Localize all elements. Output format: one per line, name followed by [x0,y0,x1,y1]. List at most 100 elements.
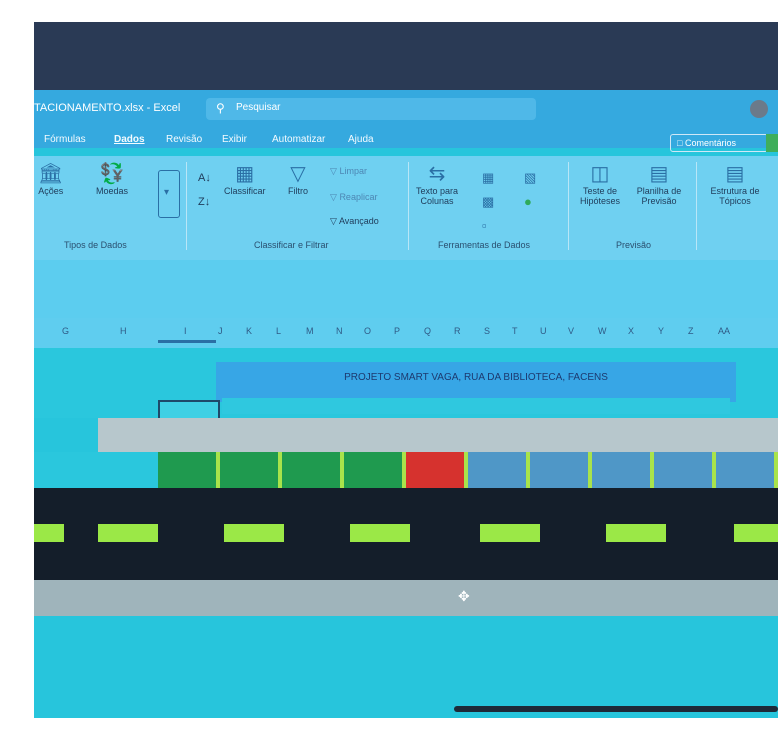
column-header[interactable]: U [540,326,547,336]
column-header[interactable]: Q [424,326,431,336]
lane-marking [34,524,64,542]
lane-marking [480,524,540,542]
worksheet-grid[interactable]: PROJETO SMART VAGA, RUA DA BIBLIOTECA, F… [34,348,778,718]
tab-formulas[interactable]: Fórmulas [44,134,86,145]
what-if-button[interactable]: ◫ Teste de Hipóteses [574,162,626,206]
status-bar [34,718,778,734]
what-if-icon: ◫ [590,163,610,185]
outline-button[interactable]: ▤ Estrutura de Tópicos [704,162,766,206]
filter-label: Filtro [288,186,308,196]
parking-slots [158,452,778,488]
column-header[interactable]: AA [718,326,730,336]
tab-exibir[interactable]: Exibir [222,134,247,145]
photo-border-top [0,0,778,22]
advanced-filter-icon: ▽ [330,216,337,226]
lane-marking [350,524,410,542]
parking-slot-occupied [406,452,464,488]
column-header[interactable]: N [336,326,343,336]
parking-slot-unknown [592,452,650,488]
banner-underline [222,398,730,414]
search-placeholder: Pesquisar [236,102,281,113]
ribbon-separator [408,162,409,250]
forecast-sheet-button[interactable]: ▤ Planilha de Previsão [632,162,686,206]
advanced-filter-label: Avançado [338,216,379,226]
data-tools-icons[interactable]: ▦ ▩ ▫ [482,166,494,238]
tab-dados[interactable]: Dados [114,134,145,145]
sort-az-icon[interactable]: A↓ Z↓ [198,166,211,214]
column-header[interactable]: M [306,326,314,336]
banner-title: PROJETO SMART VAGA, RUA DA BIBLIOTECA, F… [344,372,608,383]
stocks-button[interactable]: 🏛 Ações [38,162,63,196]
ribbon-separator [568,162,569,250]
column-header[interactable]: W [598,326,607,336]
data-tools-icons-2[interactable]: ▧ ● [524,166,536,214]
sidewalk-top [98,418,778,452]
lane-marking [734,524,778,542]
road [34,488,778,580]
tab-revisao[interactable]: Revisão [166,134,202,145]
sheet-lower-area [34,616,778,718]
filter-icon: ▽ [290,163,306,185]
parking-slot-free [344,452,402,488]
column-header[interactable]: J [218,326,223,336]
share-button[interactable] [766,134,778,152]
column-header[interactable]: G [62,326,69,336]
column-header[interactable]: T [512,326,518,336]
column-header[interactable]: K [246,326,252,336]
clear-filter-icon: ▽ [330,166,337,176]
comments-icon: □ [677,138,683,148]
stocks-icon: 🏛 [38,163,64,185]
search-box[interactable]: ⚲ Pesquisar [206,98,536,120]
tab-ajuda[interactable]: Ajuda [348,134,374,145]
outline-icon: ▤ [725,163,745,185]
account-avatar[interactable] [750,100,768,118]
ribbon-separator [696,162,697,250]
column-header[interactable]: P [394,326,400,336]
sidewalk-bottom [34,580,778,616]
lane-marking [98,524,158,542]
tab-automatizar[interactable]: Automatizar [272,134,325,145]
column-header[interactable]: X [628,326,634,336]
column-header[interactable]: V [568,326,574,336]
stocks-label: Ações [38,186,64,196]
column-header[interactable]: Z [688,326,694,336]
move-cursor-icon: ✥ [458,588,470,604]
excel-window: TACIONAMENTO.xlsx - Excel ⚲ Pesquisar Fó… [34,22,778,734]
currencies-button[interactable]: 💱 Moedas [96,162,128,196]
lane-marking [224,524,284,542]
currencies-label: Moedas [96,186,129,196]
column-header[interactable]: S [484,326,490,336]
group-label-data-tools: Ferramentas de Dados [438,240,531,250]
ribbon-separator [186,162,187,250]
reapply-button[interactable]: ▽ Reaplicar [330,192,377,203]
text-to-columns-button[interactable]: ⇆ Texto para Colunas [414,162,460,206]
sheet-gap [34,418,98,452]
data-types-expand-button[interactable]: ▾ [158,170,180,218]
column-header[interactable]: L [276,326,281,336]
monitor-top-band [34,22,778,90]
clear-filter-button[interactable]: ▽ Limpar [330,166,367,177]
column-header[interactable]: I [184,326,187,336]
sort-button[interactable]: ▦ Classificar [224,162,266,196]
chevron-down-icon: ▾ [164,187,170,198]
forecast-sheet-label: Planilha de Previsão [636,186,682,206]
what-if-label: Teste de Hipóteses [579,186,621,206]
column-header[interactable]: O [364,326,371,336]
column-header[interactable]: Y [658,326,664,336]
lane-marking [606,524,666,542]
text-to-columns-label: Texto para Colunas [415,186,459,206]
advanced-filter-button[interactable]: ▽ Avançado [330,216,379,227]
formula-bar-area [34,260,778,318]
comments-button[interactable]: □ Comentários [670,134,768,152]
horizontal-scrollbar[interactable] [454,706,778,712]
reapply-icon: ▽ [330,192,337,202]
currencies-icon: 💱 [99,163,125,185]
parking-slot-unknown [654,452,712,488]
column-header[interactable]: H [120,326,127,336]
parking-slot-free [158,452,216,488]
comments-label: Comentários [684,138,736,148]
group-label-sort-filter: Classificar e Filtrar [254,240,329,250]
parking-slot-unknown [716,452,774,488]
column-header[interactable]: R [454,326,461,336]
filter-button[interactable]: ▽ Filtro [288,162,308,196]
